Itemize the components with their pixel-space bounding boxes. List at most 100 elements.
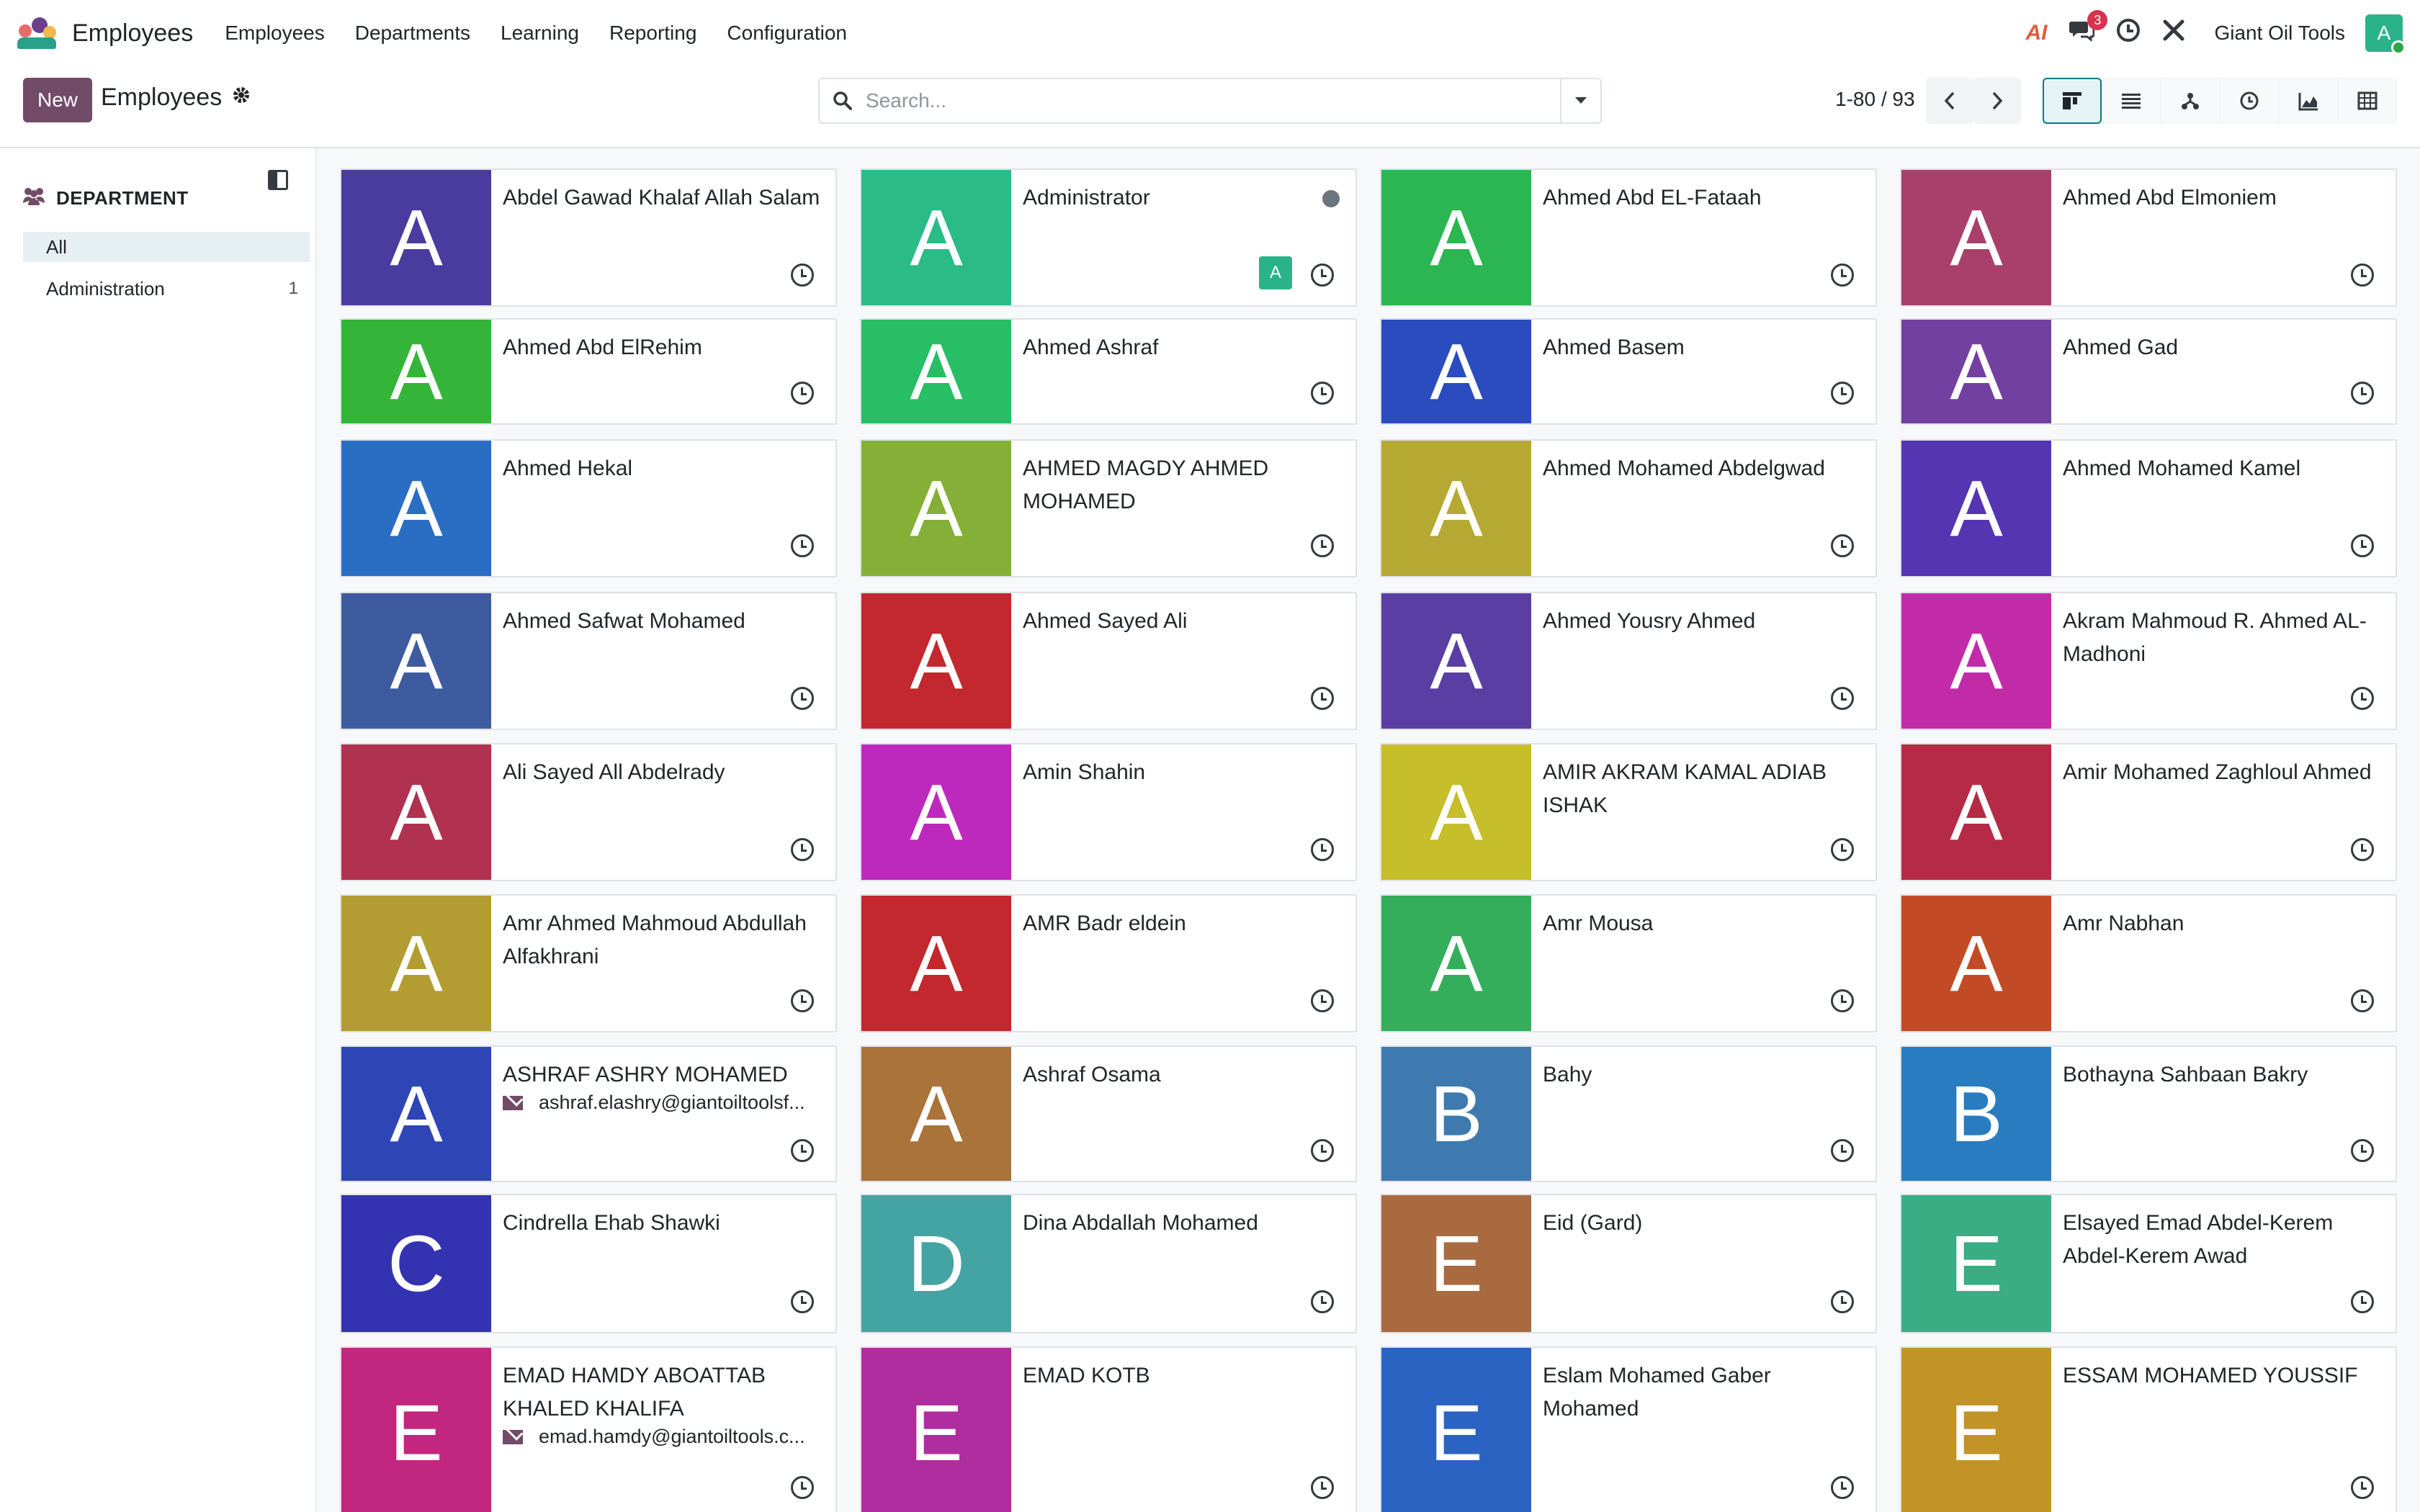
- employee-card[interactable]: A Amr Mousa: [1380, 894, 1877, 1032]
- messages-icon[interactable]: 3: [2069, 9, 2108, 48]
- activity-clock-icon[interactable]: [2351, 838, 2374, 861]
- related-user-avatar[interactable]: A: [1259, 256, 1292, 289]
- app-name[interactable]: Employees: [72, 19, 193, 48]
- sidebar-item-all[interactable]: All: [23, 232, 310, 262]
- user-avatar[interactable]: A: [2365, 14, 2406, 55]
- employee-card[interactable]: A Ahmed Sayed Ali: [860, 592, 1357, 730]
- activity-clock-icon[interactable]: [791, 1476, 814, 1499]
- pager-value[interactable]: 1-80 / 93: [1835, 88, 1915, 111]
- list-view-button[interactable]: [2102, 78, 2161, 124]
- activity-clock-icon[interactable]: [1311, 264, 1334, 287]
- employee-card[interactable]: A Akram Mahmoud R. Ahmed AL-Madhoni: [1900, 592, 2397, 730]
- employee-card[interactable]: A ASHRAF ASHRY MOHAMED ashraf.elashry@gian…: [340, 1045, 837, 1182]
- activity-clock-icon[interactable]: [1831, 264, 1854, 287]
- activity-clock-icon[interactable]: [2351, 1476, 2374, 1499]
- activity-clock-icon[interactable]: [791, 1139, 814, 1162]
- activity-clock-icon[interactable]: [1831, 1290, 1854, 1313]
- activity-clock-icon[interactable]: [1311, 838, 1334, 861]
- employee-card[interactable]: A Ahmed Mohamed Abdelgwad: [1380, 439, 1877, 577]
- search-input[interactable]: [866, 79, 1560, 122]
- employee-card[interactable]: A Abdel Gawad Khalaf Allah Salam: [340, 168, 837, 307]
- employee-card[interactable]: A Ahmed Safwat Mohamed: [340, 592, 837, 730]
- pivot-view-button[interactable]: [2338, 78, 2397, 124]
- employee-card[interactable]: E ESSAM MOHAMED YOUSSIF: [1900, 1346, 2397, 1512]
- activity-clock-icon[interactable]: [2351, 264, 2374, 287]
- employee-card[interactable]: A Ahmed Mohamed Kamel: [1900, 439, 2397, 577]
- employee-card[interactable]: A Administrator A: [860, 168, 1357, 307]
- activity-clock-icon[interactable]: [791, 989, 814, 1012]
- kanban-view-button[interactable]: [2043, 78, 2102, 124]
- employee-email[interactable]: ashraf.elashry@giantoiltoolsf...: [503, 1092, 821, 1114]
- activity-clock-icon[interactable]: [791, 687, 814, 710]
- employee-card[interactable]: A Ahmed Gad: [1900, 318, 2397, 425]
- employee-card[interactable]: D Dina Abdallah Mohamed: [860, 1194, 1357, 1333]
- gear-icon[interactable]: [232, 86, 251, 109]
- employee-card[interactable]: A AMIR AKRAM KAMAL ADIAB ISHAK: [1380, 743, 1877, 881]
- menu-configuration[interactable]: Configuration: [727, 22, 847, 45]
- employee-card[interactable]: A Ahmed Hekal: [340, 439, 837, 577]
- activity-clock-icon[interactable]: [1831, 382, 1854, 405]
- activity-clock-icon[interactable]: [1831, 838, 1854, 861]
- activity-clock-icon[interactable]: [1311, 989, 1334, 1012]
- activity-clock-icon[interactable]: [791, 264, 814, 287]
- employee-card[interactable]: C Cindrella Ehab Shawki: [340, 1194, 837, 1333]
- activity-clock-icon[interactable]: [2351, 1290, 2374, 1313]
- activity-clock-icon[interactable]: [1311, 1139, 1334, 1162]
- sidebar-collapse-icon[interactable]: [268, 170, 288, 190]
- activity-clock-icon[interactable]: [1831, 534, 1854, 557]
- menu-reporting[interactable]: Reporting: [609, 22, 696, 45]
- employee-card[interactable]: A Ashraf Osama: [860, 1045, 1357, 1182]
- activity-clock-icon[interactable]: [1311, 1290, 1334, 1313]
- activity-clock-icon[interactable]: [1831, 1476, 1854, 1499]
- employee-email[interactable]: emad.hamdy@giantoiltools.c...: [503, 1426, 821, 1448]
- activity-clock-icon[interactable]: [791, 534, 814, 557]
- employee-card[interactable]: A Amr Nabhan: [1900, 894, 2397, 1032]
- employee-card[interactable]: A Ahmed Ashraf: [860, 318, 1357, 425]
- employee-card[interactable]: A Amir Mohamed Zaghloul Ahmed: [1900, 743, 2397, 881]
- activity-view-button[interactable]: [2220, 78, 2279, 124]
- ai-icon[interactable]: AI: [2025, 21, 2047, 45]
- menu-learning[interactable]: Learning: [501, 22, 579, 45]
- activity-clock-icon[interactable]: [791, 382, 814, 405]
- activity-clock-icon[interactable]: [1831, 1139, 1854, 1162]
- employee-card[interactable]: E Eslam Mohamed Gaber Mohamed: [1380, 1346, 1877, 1512]
- menu-departments[interactable]: Departments: [355, 22, 470, 45]
- activity-clock-icon[interactable]: [1831, 989, 1854, 1012]
- new-button[interactable]: New: [23, 78, 93, 122]
- employees-app-icon[interactable]: [17, 17, 58, 49]
- employee-card[interactable]: A AHMED MAGDY AHMED MOHAMED: [860, 439, 1357, 577]
- employee-card[interactable]: E Elsayed Emad Abdel-Kerem Abdel-Kerem Aw…: [1900, 1194, 2397, 1333]
- employee-card[interactable]: A AMR Badr eldein: [860, 894, 1357, 1032]
- employee-card[interactable]: A Ahmed Yousry Ahmed: [1380, 592, 1877, 730]
- employee-card[interactable]: A Amr Ahmed Mahmoud Abdullah Alfakhrani: [340, 894, 837, 1032]
- employee-card[interactable]: A Ahmed Abd ElRehim: [340, 318, 837, 425]
- employee-card[interactable]: A Ahmed Abd EL-Fataah: [1380, 168, 1877, 307]
- company-switcher[interactable]: Giant Oil Tools: [2214, 22, 2345, 45]
- activity-clock-icon[interactable]: [2351, 1139, 2374, 1162]
- activity-clock-icon[interactable]: [1311, 1476, 1334, 1499]
- activity-clock-icon[interactable]: [791, 1290, 814, 1313]
- employee-card[interactable]: E EMAD HAMDY ABOATTAB KHALED KHALIFA emad.…: [340, 1346, 837, 1512]
- employee-card[interactable]: A Ali Sayed All Abdelrady: [340, 743, 837, 881]
- activity-clock-icon[interactable]: [1311, 534, 1334, 557]
- activity-clock-icon[interactable]: [1831, 687, 1854, 710]
- search-options-toggle[interactable]: [1560, 79, 1600, 122]
- employee-card[interactable]: B Bothayna Sahbaan Bakry: [1900, 1045, 2397, 1182]
- activity-clock-icon[interactable]: [2351, 534, 2374, 557]
- activity-clock-icon[interactable]: [2351, 382, 2374, 405]
- employee-card[interactable]: A Ahmed Basem: [1380, 318, 1877, 425]
- pager-previous-button[interactable]: [1926, 78, 1973, 124]
- activity-clock-icon[interactable]: [1311, 687, 1334, 710]
- activity-clock-icon[interactable]: [2116, 18, 2141, 49]
- employee-card[interactable]: A Amin Shahin: [860, 743, 1357, 881]
- activity-clock-icon[interactable]: [1311, 382, 1334, 405]
- menu-employees[interactable]: Employees: [225, 22, 325, 45]
- employee-card[interactable]: E Eid (Gard): [1380, 1194, 1877, 1333]
- pager-next-button[interactable]: [1973, 78, 2021, 124]
- activity-clock-icon[interactable]: [2351, 989, 2374, 1012]
- sidebar-item-administration[interactable]: Administration 1: [23, 274, 310, 304]
- graph-view-button[interactable]: [2279, 78, 2338, 124]
- employee-card[interactable]: A Ahmed Abd Elmoniem: [1900, 168, 2397, 307]
- employee-card[interactable]: E EMAD KOTB: [860, 1346, 1357, 1512]
- employee-card[interactable]: B Bahy: [1380, 1045, 1877, 1182]
